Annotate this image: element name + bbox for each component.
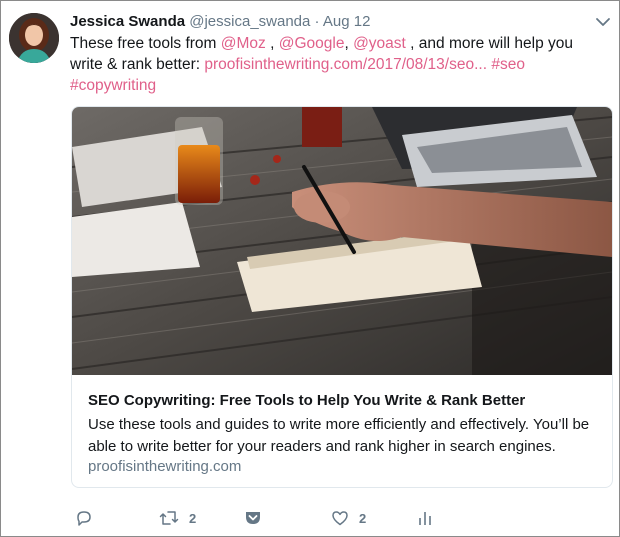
tweet-text-segment: ,	[265, 35, 279, 52]
pocket-icon	[246, 512, 260, 524]
card-title[interactable]: SEO Copywriting: Free Tools to Help You …	[88, 391, 598, 411]
reply-icon	[77, 511, 91, 526]
url-link[interactable]: proofisinthewriting.com/2017/08/13/seo..…	[204, 56, 487, 73]
card-photo	[72, 107, 612, 375]
card-domain: proofisinthewriting.com	[88, 458, 242, 475]
hashtag-link[interactable]: #copywriting	[70, 77, 156, 94]
mention-link[interactable]: @Google	[279, 35, 345, 52]
author-handle[interactable]: @jessica_swanda	[189, 13, 310, 30]
like-button[interactable]: 2	[331, 507, 366, 529]
retweet-button[interactable]: 2	[159, 507, 196, 529]
tweet-text-segment: ,	[344, 35, 354, 52]
tweet-text-segment: These free tools from	[70, 35, 221, 52]
avatar-image	[9, 13, 59, 63]
hashtag-link[interactable]: #seo	[491, 56, 525, 73]
like-count: 2	[359, 510, 367, 526]
retweet-count: 2	[189, 510, 197, 526]
reply-button[interactable]	[75, 507, 103, 529]
analytics-icon	[419, 512, 431, 525]
author-name[interactable]: Jessica Swanda	[70, 13, 185, 30]
tweet-header: Jessica Swanda @jessica_swanda · Aug 12	[70, 12, 370, 32]
tweet-timestamp[interactable]: Aug 12	[323, 13, 371, 30]
chevron-down-icon[interactable]	[595, 15, 611, 29]
save-button[interactable]	[244, 507, 262, 529]
mention-link[interactable]: @yoast	[353, 35, 406, 52]
retweet-icon	[159, 511, 179, 525]
tweet-container: Jessica Swanda @jessica_swanda · Aug 12 …	[0, 0, 620, 537]
analytics-button[interactable]	[417, 507, 433, 529]
tweet-actions: 2 2	[71, 507, 611, 531]
mention-link[interactable]: @Moz	[221, 35, 266, 52]
tweet-text: These free tools from @Moz , @Google, @y…	[70, 33, 590, 96]
separator-dot: ·	[314, 13, 320, 30]
avatar[interactable]	[9, 13, 59, 63]
link-card[interactable]: SEO Copywriting: Free Tools to Help You …	[71, 106, 613, 488]
card-description: Use these tools and guides to write more…	[88, 416, 590, 455]
heart-icon	[332, 511, 348, 526]
